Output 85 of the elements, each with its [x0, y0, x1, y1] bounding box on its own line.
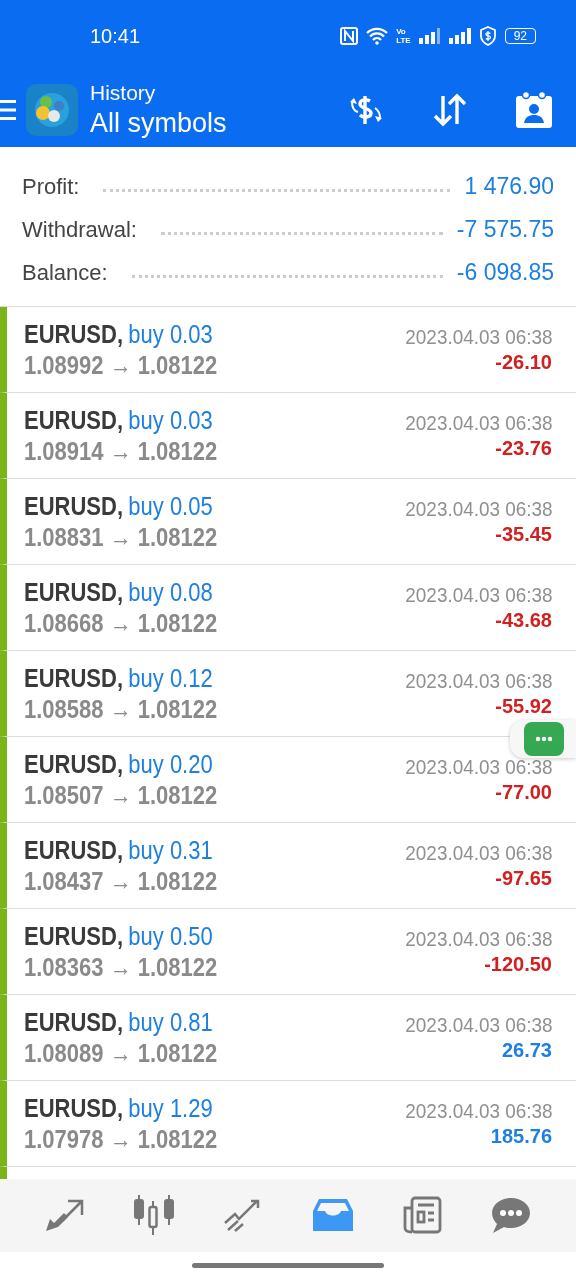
home-indicator[interactable] [192, 1263, 384, 1269]
deal-symbol: EURUSD, [24, 319, 123, 349]
deal-prices: 1.08363 → 1.08122 [24, 952, 218, 982]
wifi-icon [366, 27, 389, 45]
deal-time: 2023.04.03 06:38 [404, 411, 552, 435]
deal-prices: 1.08089 → 1.08122 [24, 1038, 218, 1068]
deal-profit: -26.10 [495, 351, 552, 374]
deal-time: 2023.04.03 06:38 [404, 1013, 552, 1037]
deal-prices: 1.08831 → 1.08122 [24, 522, 218, 552]
nfc-icon [340, 27, 359, 45]
network-type-label: Vo LTE [396, 27, 411, 45]
summary-value: 1 476.90 [464, 173, 554, 200]
deal-volume: buy 0.50 [128, 921, 213, 951]
arrows-icon [43, 1197, 86, 1234]
deal-volume: buy 0.08 [128, 577, 213, 607]
deal-profit: -23.76 [495, 437, 552, 460]
deal-profit: -43.68 [495, 609, 552, 632]
inbox-icon [312, 1197, 353, 1234]
deal-profit: -55.92 [495, 695, 552, 718]
deal-symbol: EURUSD, [24, 921, 123, 951]
deal-volume: buy 0.20 [128, 749, 213, 779]
deal-symbol: EURUSD, [24, 405, 123, 435]
deal-row[interactable]: EURUSD, buy 0.31 1.08437 → 1.08122 2023.04.03 06:38 -97.65 [0, 823, 576, 909]
status-time: 10:41 [90, 24, 141, 48]
signal-icon [418, 28, 441, 44]
deal-profit: -35.45 [495, 523, 552, 546]
deal-time: 2023.04.03 06:38 [404, 1099, 552, 1123]
deal-row[interactable]: EURUSD, buy 0.08 1.08668 → 1.08122 2023.04.03 06:38 -43.68 [0, 565, 576, 651]
deal-volume: buy 0.31 [128, 835, 213, 865]
deal-symbol: EURUSD, [24, 1093, 123, 1123]
summary-label: Balance: [22, 259, 108, 286]
deal-prices: 1.08992 → 1.08122 [24, 350, 218, 380]
deal-prices: 1.08668 → 1.08122 [24, 608, 218, 638]
menu-icon[interactable] [0, 97, 16, 122]
symbol-filter[interactable]: All symbols [90, 105, 346, 140]
app-logo-icon [26, 83, 78, 136]
deal-volume: buy 0.03 [128, 319, 213, 349]
deal-symbol: EURUSD, [24, 1007, 123, 1037]
deal-time: 2023.04.03 06:38 [404, 497, 552, 521]
chat-icon [491, 1196, 532, 1235]
deal-prices: 1.08507 → 1.08122 [24, 780, 218, 810]
more-icon [535, 736, 553, 742]
candlestick-icon [133, 1195, 175, 1236]
summary-value: -6 098.85 [456, 259, 554, 286]
shield-icon [478, 26, 497, 46]
deal-symbol: EURUSD, [24, 577, 123, 607]
deal-profit: 26.73 [501, 1039, 552, 1062]
newspaper-icon [401, 1196, 442, 1235]
deal-volume: buy 1.29 [128, 1093, 213, 1123]
battery-level: 92 [504, 28, 536, 44]
deal-prices: 1.08437 → 1.08122 [24, 866, 218, 896]
deal-time: 2023.04.03 06:38 [404, 755, 552, 779]
deal-profit: -120.50 [484, 953, 552, 976]
deal-prices: 1.07978 → 1.08122 [24, 1124, 218, 1154]
deal-row[interactable]: EURUSD, buy 0.03 1.08992 → 1.08122 2023.04.03 06:38 -26.10 [0, 307, 576, 393]
deal-prices: 1.08914 → 1.08122 [24, 436, 218, 466]
deal-row[interactable]: EURUSD, buy 0.81 1.08089 → 1.08122 2023.04.03 06:38 26.73 [0, 995, 576, 1081]
calendar-icon[interactable] [514, 89, 554, 130]
deal-profit: -97.65 [495, 867, 552, 890]
page-title: History [90, 79, 157, 106]
deal-volume: buy 0.12 [128, 663, 213, 693]
deal-row[interactable]: EURUSD, buy 0.03 1.08914 → 1.08122 2023.04.03 06:38 -23.76 [0, 393, 576, 479]
summary-value: -7 575.75 [456, 216, 554, 243]
deal-time: 2023.04.03 06:38 [404, 927, 552, 951]
deal-symbol: EURUSD, [24, 491, 123, 521]
deal-volume: buy 0.03 [128, 405, 213, 435]
deal-symbol: EURUSD, [24, 749, 123, 779]
deal-volume: buy 0.05 [128, 491, 213, 521]
deal-profit: -77.00 [495, 781, 552, 804]
summary-label: Withdrawal: [22, 216, 137, 243]
deal-row[interactable]: EURUSD, buy 0.05 1.08831 → 1.08122 2023.04.03 06:38 -35.45 [0, 479, 576, 565]
deal-time: 2023.04.03 06:38 [404, 583, 552, 607]
deal-profit: 185.76 [490, 1125, 552, 1148]
deal-volume: buy 0.81 [128, 1007, 213, 1037]
summary-label: Profit: [22, 173, 80, 200]
deal-prices: 1.08588 → 1.08122 [24, 694, 218, 724]
deal-time: 2023.04.03 06:38 [404, 669, 552, 693]
deal-row[interactable]: EURUSD, buy 0.50 1.08363 → 1.08122 2023.04.03 06:38 -120.50 [0, 909, 576, 995]
deal-time: 2023.04.03 06:38 [404, 325, 552, 349]
deal-symbol: EURUSD, [24, 835, 123, 865]
deal-row[interactable]: EURUSD, buy 1.29 1.07978 → 1.08122 2023.04.03 06:38 185.76 [0, 1081, 576, 1167]
deal-time: 2023.04.03 06:38 [404, 841, 552, 865]
more-button[interactable] [524, 722, 564, 756]
deal-symbol: EURUSD, [24, 663, 123, 693]
signal-icon [448, 28, 471, 44]
